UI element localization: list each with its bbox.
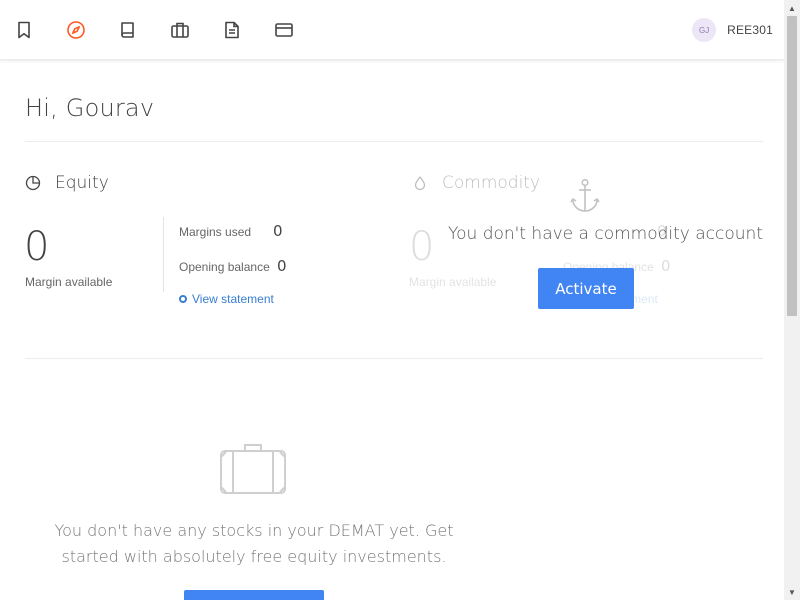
commodity-title: Commodity <box>442 173 541 193</box>
activate-commodity-button[interactable]: Activate <box>538 268 634 309</box>
document-icon[interactable] <box>220 18 244 42</box>
commodity-margin-available-label: Margin available <box>409 275 497 289</box>
scrollbar[interactable]: ▲ ▼ <box>784 0 800 600</box>
empty-briefcase-icon <box>220 444 286 494</box>
commodity-header: Commodity <box>412 173 540 193</box>
top-navigation-bar: GJ REE301 <box>0 0 784 60</box>
user-id: REE301 <box>727 23 773 37</box>
briefcase-icon[interactable] <box>168 18 192 42</box>
book-icon[interactable] <box>116 18 140 42</box>
equity-vertical-divider <box>163 217 164 292</box>
avatar: GJ <box>692 18 717 42</box>
equity-margins-used-label: Margins used <box>179 225 252 239</box>
profile-menu[interactable]: GJ REE301 <box>692 18 773 42</box>
equity-view-statement-link[interactable]: View statement <box>179 292 274 306</box>
scroll-up-arrow-icon[interactable]: ▲ <box>784 0 800 16</box>
equity-margin-available-label: Margin available <box>25 275 113 289</box>
scroll-down-arrow-icon[interactable]: ▼ <box>784 584 800 600</box>
commodity-opening-balance-value: 0 <box>661 257 671 275</box>
anchor-icon <box>570 178 600 212</box>
scroll-thumb[interactable] <box>787 16 797 316</box>
start-investing-button[interactable] <box>184 590 324 600</box>
page-title: Hi, Gourav <box>25 94 155 122</box>
commodity-no-account-message: You don't have a commodity account <box>448 224 763 244</box>
equity-title: Equity <box>55 173 109 193</box>
equity-header: Equity <box>25 173 109 193</box>
equity-opening-balance-value: 0 <box>277 257 287 275</box>
drop-icon <box>414 176 426 191</box>
equity-margins-used-value: 0 <box>273 222 283 240</box>
divider <box>25 141 763 142</box>
view-statement-icon <box>179 295 187 303</box>
card-icon[interactable] <box>272 18 296 42</box>
empty-holdings-message: You don't have any stocks in your DEMAT … <box>54 521 454 566</box>
commodity-margin-available-value: 0 <box>409 224 435 270</box>
pie-chart-icon <box>25 175 41 191</box>
equity-view-statement-label: View statement <box>192 292 274 306</box>
divider <box>25 358 763 359</box>
bookmark-icon[interactable] <box>12 18 36 42</box>
equity-margin-available-value: 0 <box>24 224 50 270</box>
compass-icon[interactable] <box>64 18 88 42</box>
equity-opening-balance-label: Opening balance <box>179 260 270 274</box>
